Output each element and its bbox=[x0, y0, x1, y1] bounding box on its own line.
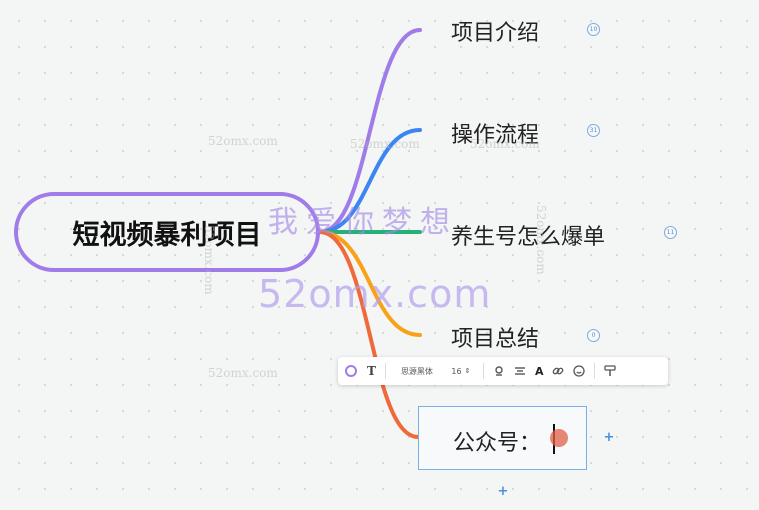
paint-icon[interactable] bbox=[493, 361, 505, 381]
topic-badge[interactable]: 11 bbox=[664, 226, 677, 239]
watermark-url: 52omx.com bbox=[258, 272, 492, 316]
mindmap-canvas[interactable]: 短视频暴利项目 项目介绍 10 操作流程 31 养生号怎么爆单 11 项目总结 … bbox=[0, 0, 759, 510]
topic-badge[interactable]: 31 bbox=[587, 124, 600, 137]
format-painter-icon[interactable] bbox=[604, 361, 617, 381]
link-icon[interactable] bbox=[552, 361, 564, 381]
add-sibling-icon[interactable]: + bbox=[497, 485, 509, 498]
branch-line-5 bbox=[318, 230, 420, 439]
mouse-cursor-indicator bbox=[550, 429, 568, 447]
watermark-small: 52omx.com bbox=[350, 137, 420, 151]
topic-edit-input[interactable]: 公众号： bbox=[453, 425, 541, 457]
watermark-small: 52omx.com bbox=[208, 134, 278, 148]
topic-4[interactable]: 项目总结 bbox=[451, 321, 539, 353]
add-child-icon[interactable]: + bbox=[603, 431, 615, 444]
topic-label: 养生号怎么爆单 bbox=[451, 225, 606, 250]
toolbar-divider bbox=[482, 363, 484, 379]
text-format-toolbar: T 思源黑体 16 ⇕ A bbox=[338, 357, 668, 385]
emoji-icon[interactable] bbox=[573, 361, 586, 381]
root-topic-label: 短视频暴利项目 bbox=[72, 219, 262, 251]
topic-badge[interactable]: 10 bbox=[587, 23, 600, 36]
topic-3[interactable]: 养生号怎么爆单 bbox=[451, 219, 605, 251]
font-size-select[interactable]: 16 ⇕ bbox=[448, 361, 474, 381]
topic-badge[interactable]: 0 bbox=[587, 329, 600, 342]
stepper-icon: ⇕ bbox=[464, 367, 471, 375]
watermark-small: 52omx.com bbox=[470, 137, 540, 151]
watermark-cn: 我爱你梦想 bbox=[268, 205, 458, 240]
branch-color-icon[interactable] bbox=[344, 361, 358, 381]
font-family-select[interactable]: 思源黑体 bbox=[395, 361, 439, 381]
topic-5-editing[interactable]: 公众号： bbox=[418, 406, 587, 470]
text-style-icon[interactable]: T bbox=[367, 361, 376, 381]
align-icon[interactable] bbox=[514, 361, 526, 381]
font-color-icon[interactable]: A bbox=[535, 361, 544, 381]
watermark-small: 52omx.com bbox=[208, 366, 278, 380]
topic-label: 项目介绍 bbox=[451, 21, 540, 46]
watermark-small-vertical: 52omx.com bbox=[202, 225, 216, 295]
toolbar-divider bbox=[384, 363, 386, 379]
topic-label: 项目总结 bbox=[451, 327, 540, 352]
watermark-small-vertical: 52omx.com bbox=[534, 205, 548, 275]
topic-1[interactable]: 项目介绍 bbox=[451, 15, 539, 47]
toolbar-divider bbox=[594, 363, 596, 379]
